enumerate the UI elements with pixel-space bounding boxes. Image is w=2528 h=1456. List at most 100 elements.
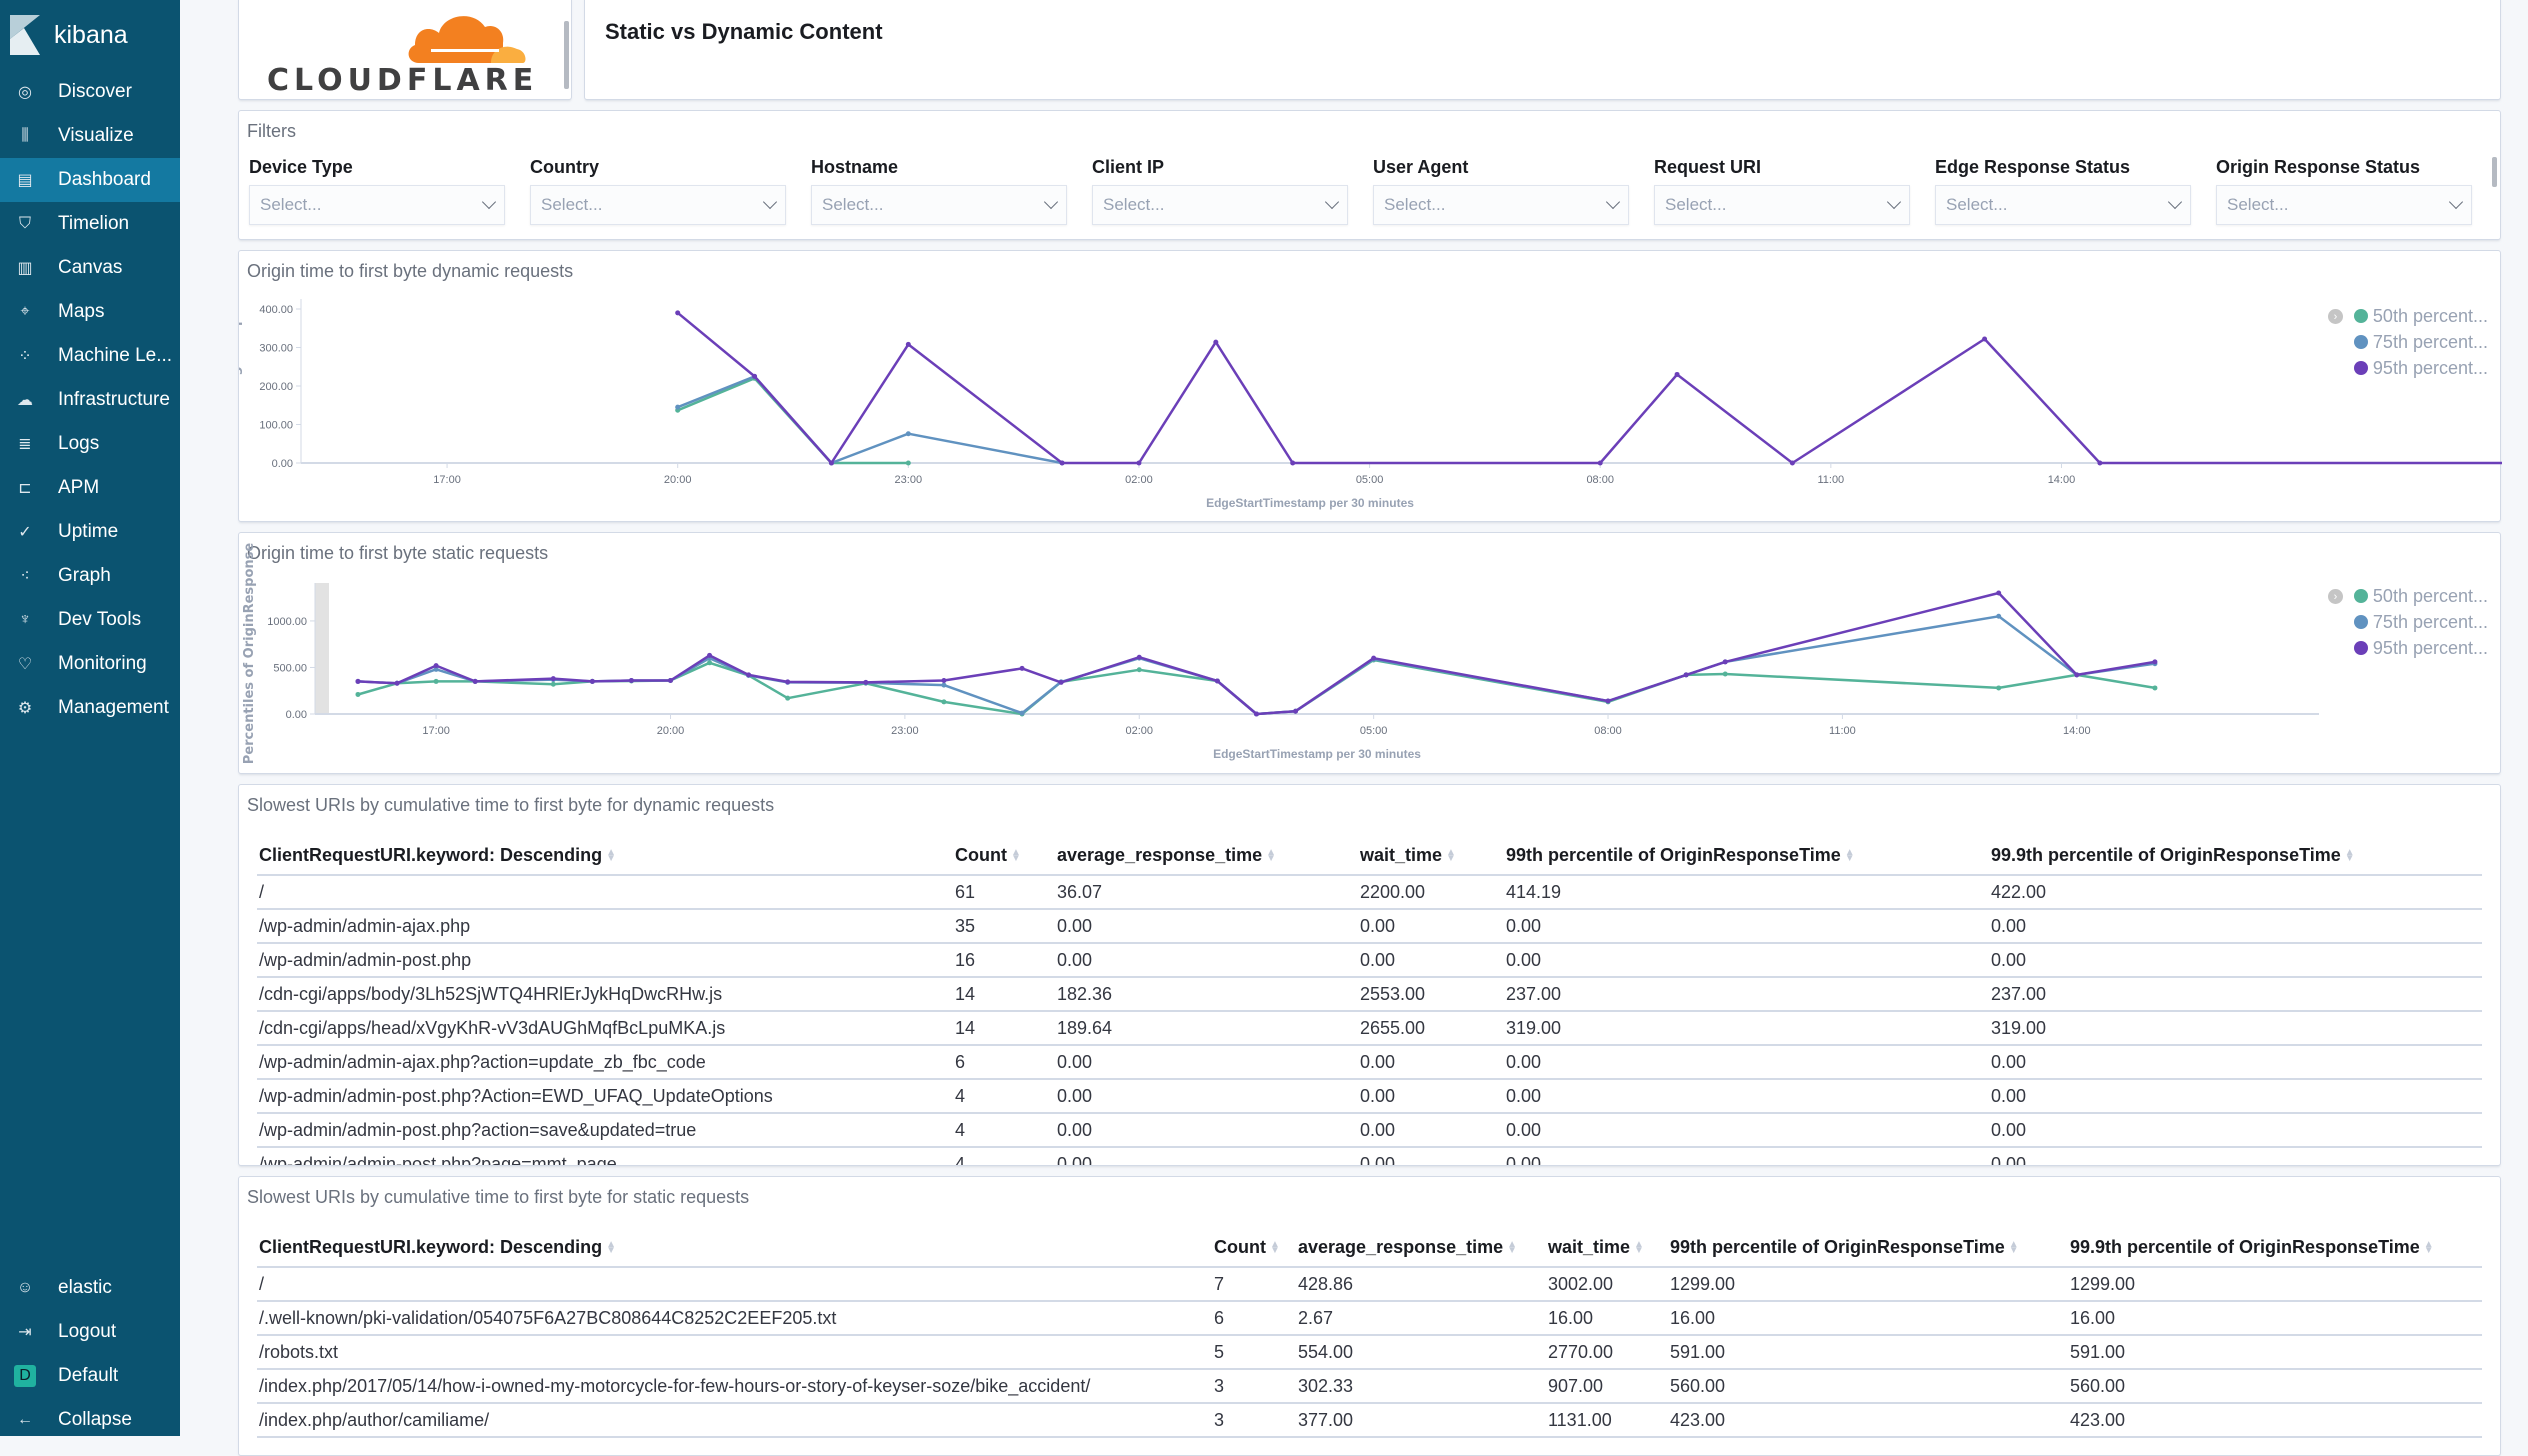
data-point[interactable]	[2074, 672, 2080, 678]
sort-icon[interactable]: ▲ ▼	[606, 1240, 616, 1256]
data-point[interactable]	[433, 663, 439, 669]
sort-icon[interactable]: ▲ ▼	[2345, 848, 2355, 864]
sidebar-item-dashboard[interactable]: ▤ Dashboard	[0, 158, 180, 202]
sidebar-item-machine-le[interactable]: ⁘ Machine Le...	[0, 334, 180, 378]
legend-item[interactable]: 95th percent...	[2353, 355, 2488, 381]
data-point[interactable]	[2152, 659, 2158, 665]
data-point[interactable]	[1982, 336, 1988, 342]
kibana-brand[interactable]: kibana	[10, 10, 128, 60]
brush-selection[interactable]	[315, 583, 329, 714]
data-point[interactable]	[707, 652, 713, 658]
data-point[interactable]	[707, 660, 713, 666]
data-point[interactable]	[628, 677, 634, 683]
data-point[interactable]	[941, 699, 947, 705]
data-point[interactable]	[1996, 685, 2002, 691]
sort-icon[interactable]: ▲ ▼	[1634, 1240, 1644, 1256]
sort-icon[interactable]: ▲ ▼	[2424, 1240, 2434, 1256]
data-point[interactable]	[394, 680, 400, 686]
sort-icon[interactable]: ▲ ▼	[606, 848, 616, 864]
legend-toggle-icon[interactable]: ›	[2327, 589, 2343, 604]
sidebar-item-management[interactable]: ⚙ Management	[0, 686, 180, 730]
sidebar-item-canvas[interactable]: ▥ Canvas	[0, 246, 180, 290]
data-point[interactable]	[1290, 460, 1296, 466]
data-point[interactable]	[1136, 667, 1142, 673]
data-point[interactable]	[1683, 672, 1689, 678]
filter-select[interactable]: Select...	[1935, 185, 2191, 225]
data-point[interactable]	[941, 682, 947, 688]
column-header[interactable]: average_response_time ▲ ▼	[1296, 1229, 1546, 1268]
data-point[interactable]	[905, 431, 911, 437]
filter-select[interactable]: Select...	[1373, 185, 1629, 225]
series-line-p75[interactable]	[357, 615, 2156, 716]
filter-select[interactable]: Select...	[249, 185, 505, 225]
sidebar-item-apm[interactable]: ⊏ APM	[0, 466, 180, 510]
data-point[interactable]	[1058, 679, 1064, 685]
data-point[interactable]	[667, 677, 673, 683]
sidebar-item-visualize[interactable]: ⫼ Visualize	[0, 114, 180, 158]
filter-select[interactable]: Select...	[530, 185, 786, 225]
data-point[interactable]	[1371, 655, 1377, 661]
column-header[interactable]: ClientRequestURI.keyword: Descending ▲ ▼	[257, 1229, 1212, 1268]
data-point[interactable]	[1722, 671, 1728, 677]
sidebar-item-uptime[interactable]: ✓ Uptime	[0, 510, 180, 554]
data-point[interactable]	[1674, 371, 1680, 377]
sidebar-item-timelion[interactable]: ⛉ Timelion	[0, 202, 180, 246]
data-point[interactable]	[2097, 460, 2103, 466]
column-header[interactable]: Count ▲ ▼	[953, 837, 1055, 876]
data-point[interactable]	[941, 677, 947, 683]
data-point[interactable]	[355, 691, 361, 697]
data-point[interactable]	[675, 404, 681, 410]
data-point[interactable]	[1722, 659, 1728, 665]
sort-icon[interactable]: ▲ ▼	[1446, 848, 1456, 864]
column-header[interactable]: wait_time ▲ ▼	[1358, 837, 1504, 876]
column-header[interactable]: 99.9th percentile of OriginResponseTime ▲…	[1989, 837, 2482, 876]
data-point[interactable]	[2152, 685, 2158, 691]
data-point[interactable]	[1136, 654, 1142, 660]
data-point[interactable]	[1253, 711, 1259, 717]
data-point[interactable]	[472, 678, 478, 684]
filter-select[interactable]: Select...	[1654, 185, 1910, 225]
data-point[interactable]	[752, 373, 758, 379]
sort-icon[interactable]: ▲ ▼	[1270, 1240, 1280, 1256]
data-point[interactable]	[1019, 665, 1025, 671]
column-header[interactable]: average_response_time ▲ ▼	[1055, 837, 1358, 876]
sidebar-item-collapse[interactable]: ← Collapse	[0, 1398, 180, 1442]
legend-item[interactable]: 95th percent...	[2353, 635, 2488, 661]
data-point[interactable]	[905, 341, 911, 347]
filter-select[interactable]: Select...	[1092, 185, 1348, 225]
sidebar-item-infrastructure[interactable]: ☁ Infrastructure	[0, 378, 180, 422]
filter-select[interactable]: Select...	[2216, 185, 2472, 225]
data-point[interactable]	[863, 679, 869, 685]
sidebar-item-elastic[interactable]: ☺ elastic	[0, 1266, 180, 1310]
sidebar-item-maps[interactable]: ⌖ Maps	[0, 290, 180, 334]
column-header[interactable]: ClientRequestURI.keyword: Descending ▲ ▼	[257, 837, 953, 876]
legend-item[interactable]: 75th percent...	[2353, 609, 2488, 635]
sort-icon[interactable]: ▲ ▼	[1011, 848, 1021, 864]
panel-scrollbar[interactable]	[564, 21, 569, 89]
column-header[interactable]: 99.9th percentile of OriginResponseTime ▲…	[2068, 1229, 2482, 1268]
sort-icon[interactable]: ▲ ▼	[1266, 848, 1276, 864]
data-point[interactable]	[1059, 460, 1065, 466]
column-header[interactable]: 99th percentile of OriginResponseTime ▲ ▼	[1504, 837, 1989, 876]
sort-icon[interactable]: ▲ ▼	[1507, 1240, 1517, 1256]
sidebar-item-default[interactable]: D Default	[0, 1354, 180, 1398]
column-header[interactable]: Count ▲ ▼	[1212, 1229, 1296, 1268]
data-point[interactable]	[1996, 590, 2002, 596]
data-point[interactable]	[1136, 460, 1142, 466]
data-point[interactable]	[355, 678, 361, 684]
sidebar-item-logout[interactable]: ⇥ Logout	[0, 1310, 180, 1354]
data-point[interactable]	[785, 695, 791, 701]
data-point[interactable]	[675, 310, 681, 316]
data-point[interactable]	[1789, 460, 1795, 466]
data-point[interactable]	[1293, 708, 1299, 714]
data-point[interactable]	[1214, 678, 1220, 684]
data-point[interactable]	[589, 678, 595, 684]
sort-icon[interactable]: ▲ ▼	[1845, 848, 1855, 864]
data-point[interactable]	[828, 460, 834, 466]
data-point[interactable]	[1019, 710, 1025, 716]
filter-select[interactable]: Select...	[811, 185, 1067, 225]
filters-scrollbar[interactable]	[2492, 157, 2497, 187]
sort-icon[interactable]: ▲ ▼	[2009, 1240, 2019, 1256]
column-header[interactable]: wait_time ▲ ▼	[1546, 1229, 1668, 1268]
data-point[interactable]	[550, 676, 556, 682]
